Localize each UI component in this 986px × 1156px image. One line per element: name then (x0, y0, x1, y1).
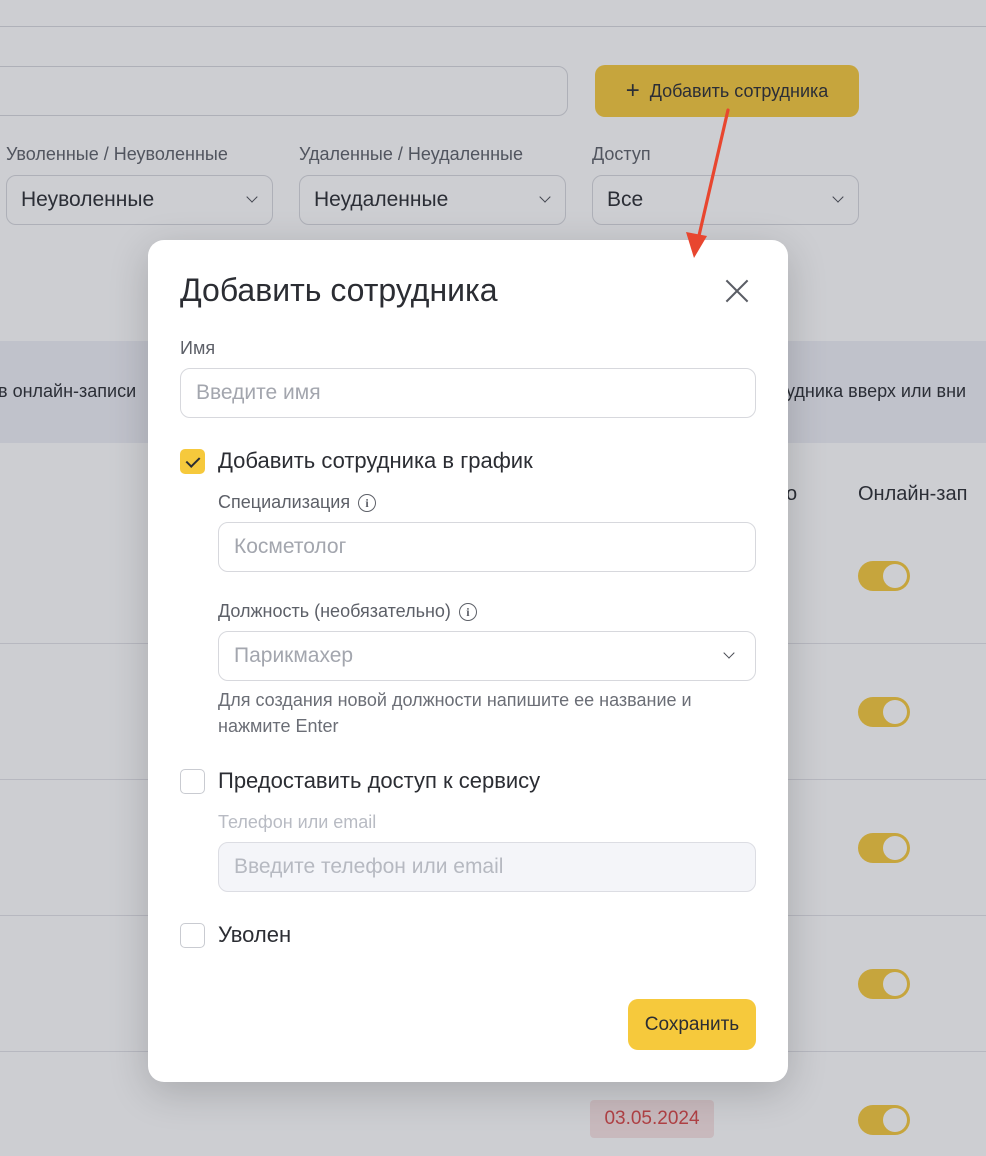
contact-label: Телефон или email (218, 812, 377, 832)
name-input[interactable] (180, 368, 756, 418)
position-label-text: Должность (необязательно) (218, 601, 451, 621)
info-icon[interactable]: i (358, 494, 377, 513)
position-hint: Для создания новой должности напишите ее… (218, 690, 692, 736)
save-button[interactable]: Сохранить (628, 999, 756, 1050)
add-employee-modal: Добавить сотрудника Имя Добавить сотрудн… (148, 240, 788, 1082)
fired-checkbox[interactable] (180, 923, 205, 948)
name-label: Имя (180, 338, 216, 358)
modal-title: Добавить сотрудника (180, 272, 498, 308)
specialization-input[interactable] (218, 522, 756, 572)
close-icon[interactable] (722, 276, 752, 306)
position-label: Должность (необязательно) i (218, 601, 477, 622)
specialization-label-text: Специализация (218, 492, 351, 512)
schedule-checkbox[interactable] (180, 449, 205, 474)
schedule-checkbox-label: Добавить сотрудника в график (218, 448, 533, 473)
position-select[interactable]: Парикмахер (218, 631, 756, 681)
fired-checkbox-label: Уволен (218, 922, 292, 947)
position-placeholder: Парикмахер (234, 644, 354, 667)
contact-input[interactable] (218, 842, 756, 892)
info-icon[interactable]: i (458, 603, 477, 622)
access-checkbox-label: Предоставить доступ к сервису (218, 768, 541, 793)
chevron-down-icon (723, 647, 735, 659)
access-checkbox[interactable] (180, 769, 205, 794)
specialization-label: Специализация i (218, 492, 377, 513)
